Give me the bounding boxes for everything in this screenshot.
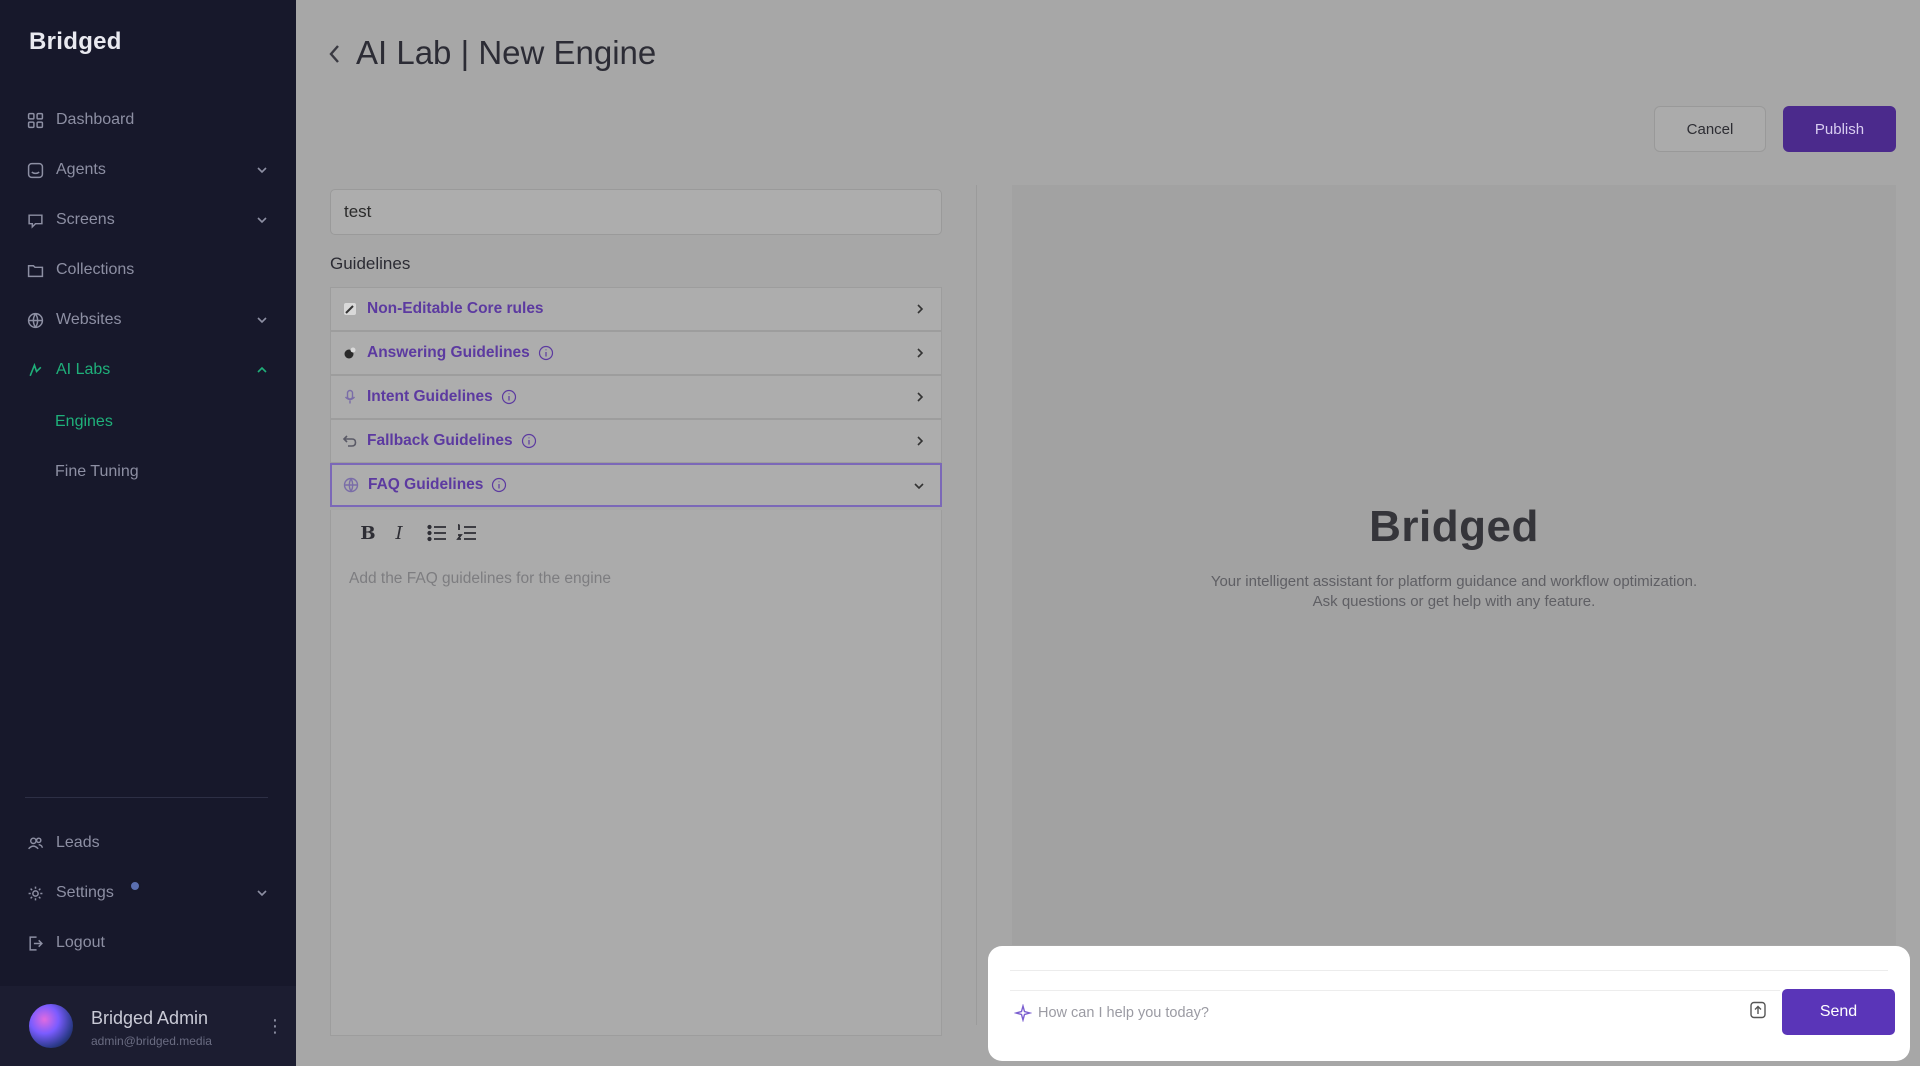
sidebar-item-label: Settings [56, 884, 114, 901]
sidebar-subitem-engines[interactable]: Engines [55, 413, 113, 431]
chevron-right-icon [917, 436, 924, 446]
guideline-label: Intent Guidelines [367, 388, 493, 405]
guideline-faq[interactable]: FAQ Guidelines [330, 463, 942, 507]
app-logo[interactable]: Bridged [29, 28, 122, 56]
sidebar-item-label: Websites [56, 311, 122, 328]
sidebar-item-collections[interactable]: Collections [0, 250, 296, 290]
bold-icon[interactable]: B [357, 522, 379, 544]
sidebar-item-agents[interactable]: Agents [0, 150, 296, 190]
folder-icon [27, 262, 44, 279]
sidebar-item-logout[interactable]: Logout [0, 923, 296, 963]
agent-icon [27, 162, 44, 179]
guidelines-heading: Guidelines [330, 254, 411, 273]
guideline-fallback[interactable]: Fallback Guidelines [330, 419, 942, 463]
info-icon[interactable] [491, 477, 507, 493]
chat-composer: Send [988, 946, 1910, 1061]
sidebar-item-label: Logout [56, 934, 105, 951]
guideline-label: Answering Guidelines [367, 344, 530, 361]
editor-toolbar: B I [331, 510, 941, 556]
column-divider [976, 185, 977, 1025]
sidebar-item-websites[interactable]: Websites [0, 300, 296, 340]
bullet-list-icon[interactable] [426, 522, 448, 544]
chevron-up-icon[interactable] [255, 363, 269, 377]
sidebar-item-label: Agents [56, 161, 106, 178]
info-icon[interactable] [521, 433, 537, 449]
sidebar-item-leads[interactable]: Leads [0, 823, 296, 863]
notification-dot [129, 880, 141, 892]
chat-bubble-icon [342, 345, 358, 361]
logout-icon [27, 935, 44, 952]
guideline-intent[interactable]: Intent Guidelines [330, 375, 942, 419]
sidebar-divider [25, 797, 268, 798]
screen-icon [27, 212, 44, 229]
guideline-label: Non-Editable Core rules [367, 300, 544, 317]
faq-globe-icon [343, 477, 359, 493]
chevron-down-icon[interactable] [255, 213, 269, 227]
chat-input[interactable] [1038, 1004, 1780, 1021]
users-icon [27, 835, 44, 852]
sparkle-icon [1014, 1003, 1032, 1022]
chat-preview-panel: Bridged Your intelligent assistant for p… [1012, 185, 1896, 945]
sidebar-item-settings[interactable]: Settings [0, 873, 296, 913]
globe-icon [27, 312, 44, 329]
ai-icon [27, 362, 44, 379]
chat-input-wrapper [1010, 990, 1780, 1034]
preview-logo: Bridged [1369, 502, 1539, 551]
sidebar-item-label: Dashboard [56, 111, 135, 128]
italic-icon[interactable]: I [388, 522, 410, 544]
chevron-down-icon [914, 483, 924, 490]
info-icon[interactable] [538, 345, 554, 361]
info-icon[interactable] [501, 389, 517, 405]
editor-placeholder: Add the FAQ guidelines for the engine [349, 570, 611, 587]
gear-icon [27, 885, 44, 902]
more-options-icon[interactable]: ⋮ [266, 1016, 284, 1036]
preview-subtitle-line: Ask questions or get help with any featu… [1312, 593, 1596, 610]
guideline-label: FAQ Guidelines [368, 476, 484, 493]
back-arrow-icon[interactable] [324, 40, 346, 68]
upload-icon[interactable] [1748, 1000, 1768, 1020]
composer-divider [1010, 970, 1888, 971]
sidebar-item-label: AI Labs [56, 361, 111, 378]
preview-subtitle-line: Your intelligent assistant for platform … [1210, 573, 1698, 590]
sidebar-subitem-fine-tuning[interactable]: Fine Tuning [55, 463, 139, 481]
chevron-down-icon[interactable] [255, 886, 269, 900]
guideline-answering[interactable]: Answering Guidelines [330, 331, 942, 375]
numbered-list-icon[interactable] [456, 522, 478, 544]
sidebar-item-label: Screens [56, 211, 115, 228]
publish-button[interactable]: Publish [1783, 106, 1896, 152]
user-profile[interactable]: Bridged Admin admin@bridged.media ⋮ [0, 986, 296, 1066]
chevron-down-icon[interactable] [255, 163, 269, 177]
chevron-right-icon [917, 392, 924, 402]
sidebar-item-dashboard[interactable]: Dashboard [0, 100, 296, 140]
sidebar-item-label: Leads [56, 834, 100, 851]
sidebar: Bridged Dashboard Agents Screens Collect… [0, 0, 296, 1066]
cancel-button[interactable]: Cancel [1654, 106, 1766, 152]
sidebar-item-label: Collections [56, 261, 135, 278]
page-title: AI Lab | New Engine [356, 34, 657, 71]
faq-guidelines-editor[interactable]: B I Add the FAQ guidelines for the engin… [330, 510, 942, 1036]
preview-subtitle: Your intelligent assistant for platform … [1012, 572, 1896, 612]
engine-name-input[interactable] [330, 189, 942, 235]
send-button[interactable]: Send [1782, 989, 1895, 1035]
guideline-non-editable-core-rules[interactable]: Non-Editable Core rules [330, 287, 942, 331]
pencil-icon [342, 301, 358, 317]
grid-icon [27, 112, 44, 129]
sidebar-item-ai-labs[interactable]: AI Labs [0, 350, 296, 390]
undo-icon [342, 433, 358, 449]
chevron-down-icon[interactable] [255, 313, 269, 327]
user-name: Bridged Admin [91, 1008, 209, 1028]
chevron-right-icon [917, 348, 924, 358]
microphone-icon [342, 389, 358, 405]
avatar[interactable] [29, 1004, 73, 1048]
chevron-right-icon [917, 304, 924, 314]
sidebar-item-screens[interactable]: Screens [0, 200, 296, 240]
guideline-label: Fallback Guidelines [367, 432, 513, 449]
user-email: admin@bridged.media [91, 1034, 212, 1048]
